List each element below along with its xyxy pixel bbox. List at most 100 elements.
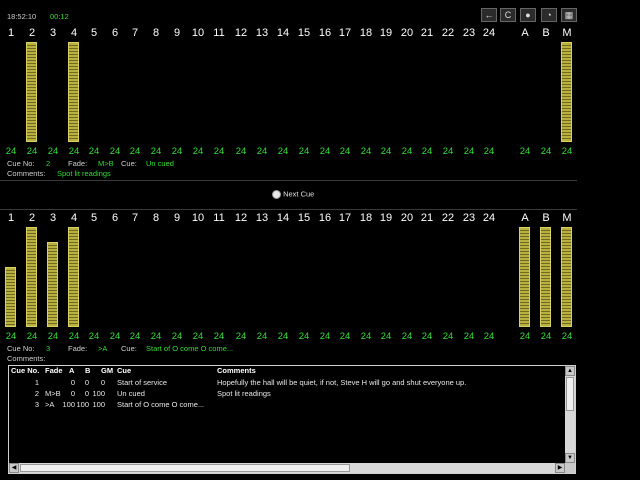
col-fade[interactable]: Fade [45,366,63,375]
live-channel-label-17: 17 [338,27,352,39]
cue-list-header: Cue No. Fade A B GM Cue Comments [9,366,565,377]
live-channel-level-19: 24 [380,146,392,157]
gauge-button[interactable]: ◔ [541,8,557,22]
back-arrow-button[interactable]: ← [481,8,497,22]
next-level-bar-a [519,227,530,327]
next-channel-label-22: 22 [441,212,455,224]
col-comments[interactable]: Comments [217,366,256,375]
live-channel-label-13: 13 [255,27,269,39]
live-channel-label-m: M [562,27,572,39]
next-channel-level-20: 24 [401,331,413,342]
next-channel-label-7: 7 [131,212,139,224]
scroll-left-icon[interactable]: ◀ [9,463,19,473]
live-level-bar-m [561,42,572,142]
live-channel-level-a: 24 [519,146,531,157]
table-row[interactable]: 2 M>B 0 0 100 Un cued Spot lit readings [9,389,565,399]
next-channel-level-m: 24 [561,331,573,342]
next-channel-level-9: 24 [171,331,183,342]
cue-list[interactable]: Cue No. Fade A B GM Cue Comments 1 0 0 0 Sta… [8,365,576,474]
col-cue[interactable]: Cue [117,366,131,375]
live-channel-level-21: 24 [421,146,433,157]
grid-button[interactable]: ▦ [561,8,577,22]
next-channel-label-13: 13 [255,212,269,224]
next-channel-level-12: 24 [235,331,247,342]
next-channel-level-14: 24 [277,331,289,342]
next-cue-no-label: Cue No: [7,344,35,353]
table-cell: 0 [70,389,75,398]
next-channel-level-7: 24 [129,331,141,342]
next-channel-level-3: 24 [47,331,59,342]
next-channel-label-24: 24 [482,212,496,224]
live-channel-label-a: A [521,27,529,39]
horizontal-scrollbar[interactable]: ◀ ▶ [9,463,565,473]
live-channel-level-4: 24 [68,146,80,157]
table-row[interactable]: 1 0 0 0 Start of service Hopefully the hall w… [9,378,565,388]
col-b[interactable]: B [85,366,90,375]
table-cell: 1 [34,378,39,387]
next-channel-label-16: 16 [318,212,332,224]
clock-time: 18:52:10 [7,12,37,21]
next-level-bar-4 [68,227,79,327]
next-cue-no: 3 [46,344,51,353]
next-channel-level-8: 24 [150,331,162,342]
next-channel-label-b: B [542,212,550,224]
next-channel-level-15: 24 [298,331,310,342]
live-level-bar-2 [26,42,37,142]
scroll-right-icon[interactable]: ▶ [555,463,565,473]
table-cell: 0 [84,378,89,387]
next-comments-label: Comments: [7,354,46,363]
cycle-icon: C [504,10,512,20]
live-channel-label-7: 7 [131,27,139,39]
next-channel-level-18: 24 [360,331,372,342]
next-level-bar-2 [26,227,37,327]
live-channel-level-8: 24 [150,146,162,157]
next-channel-level-24: 24 [483,331,495,342]
live-channel-label-12: 12 [234,27,248,39]
live-level-bar-4 [68,42,79,142]
next-channel-level-4: 24 [68,331,80,342]
live-channel-level-11: 24 [213,146,225,157]
next-level-bar-m [561,227,572,327]
next-channel-label-18: 18 [359,212,373,224]
live-channel-label-19: 19 [379,27,393,39]
next-channel-level-21: 24 [421,331,433,342]
next-channel-label-5: 5 [90,212,98,224]
next-channel-level-23: 24 [463,331,475,342]
live-channel-level-3: 24 [47,146,59,157]
table-cell: M>B [45,389,61,398]
next-channel-label-4: 4 [70,212,78,224]
live-channel-label-8: 8 [152,27,160,39]
next-fade: >A [98,344,108,353]
horizontal-scroll-thumb[interactable] [20,464,350,472]
cycle-button[interactable]: C [500,8,516,22]
next-cue-label: Cue: [121,344,137,353]
live-channel-label-21: 21 [420,27,434,39]
scroll-up-icon[interactable]: ▲ [565,366,575,376]
live-channel-level-14: 24 [277,146,289,157]
next-channel-level-a: 24 [519,331,531,342]
next-level-bar-b [540,227,551,327]
next-channel-label-11: 11 [213,212,225,224]
live-channel-label-14: 14 [276,27,290,39]
vertical-scrollbar[interactable]: ▲ ▼ [565,366,575,463]
next-channel-label-8: 8 [152,212,160,224]
col-gm[interactable]: GM [101,366,113,375]
next-cue-button[interactable]: Next Cue [272,189,314,201]
next-channel-label-21: 21 [420,212,434,224]
live-channel-label-6: 6 [111,27,119,39]
bulb-button[interactable]: ● [520,8,536,22]
next-channel-label-14: 14 [276,212,290,224]
live-channel-label-1: 1 [7,27,15,39]
next-channel-label-1: 1 [7,212,15,224]
scroll-down-icon[interactable]: ▼ [565,453,575,463]
table-row[interactable]: 3 >A 100 100 100 Start of O come O come... [9,400,565,410]
table-cell: 100 [62,400,75,409]
grid-icon: ▦ [564,10,574,20]
vertical-scroll-thumb[interactable] [566,377,574,411]
live-channel-label-20: 20 [400,27,414,39]
divider-top [0,180,577,181]
next-channel-level-13: 24 [256,331,268,342]
next-channel-level-5: 24 [88,331,100,342]
col-a[interactable]: A [69,366,74,375]
col-cue-no[interactable]: Cue No. [11,366,39,375]
